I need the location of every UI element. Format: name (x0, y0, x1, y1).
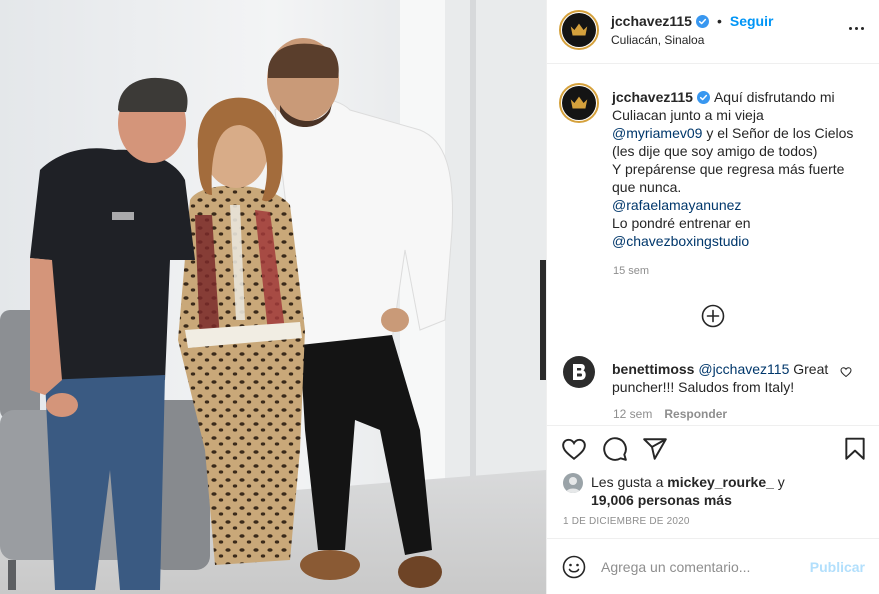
paper-plane-icon[interactable] (642, 436, 668, 462)
liker-username[interactable]: mickey_rourke_ (667, 474, 774, 490)
comment-icon[interactable] (602, 436, 628, 462)
b-logo-icon (573, 364, 586, 380)
crown-logo-icon (562, 13, 596, 47)
comment-body: Great (789, 361, 829, 377)
post-caption: jcchavez115 Aquí disfrutando mi Culiacan … (612, 88, 867, 250)
comment-body: puncher!!! Saludos from Italy! (612, 379, 795, 395)
post-location[interactable]: Culiacán, Sinaloa (611, 33, 704, 47)
emoji-icon[interactable] (562, 555, 586, 579)
post-actions (547, 426, 879, 474)
caption-username[interactable]: jcchavez115 (612, 89, 693, 105)
likes-prefix: Les gusta a (591, 474, 668, 490)
caption-line: (les dije que soy amigo de todos) (612, 143, 818, 159)
liker-avatar[interactable] (563, 473, 583, 493)
likes-middle: y (773, 474, 785, 490)
post-header: jcchavez115 • Seguir Culiacán, Sinaloa (547, 0, 879, 64)
more-dot (854, 26, 858, 30)
caption-text: y el Señor de los Cielos (702, 125, 854, 141)
reply-button[interactable]: Responder (664, 407, 727, 421)
commenter-username[interactable]: benettimoss (612, 361, 694, 377)
likes-text: Les gusta a mickey_rourke_ y 19,006 pers… (591, 473, 851, 509)
plus-circle-icon[interactable] (701, 304, 725, 328)
comment-input[interactable] (601, 553, 801, 581)
comment-timestamp: 12 sem (613, 407, 653, 421)
caption-author-avatar[interactable] (559, 83, 599, 123)
caption-mention[interactable]: @myriamev09 (612, 125, 702, 141)
more-dot (860, 26, 864, 30)
follow-button[interactable]: Seguir (730, 13, 774, 29)
caption-text: Aquí disfrutando mi (713, 89, 835, 105)
instagram-post: jcchavez115 • Seguir Culiacán, Sinaloa j… (0, 0, 879, 594)
separator-dot: • (716, 13, 722, 29)
person-icon (566, 477, 580, 493)
caption-line: @myriamev09 y el Señor de los Cielos (612, 124, 867, 142)
post-date: 1 DE DICIEMBRE DE 2020 (563, 516, 690, 527)
caption-mention[interactable]: @chavezboxingstudio (612, 232, 867, 250)
add-comment-bar: Publicar (547, 538, 879, 594)
comment-text: benettimoss @jcchavez115 Great puncher!!… (612, 360, 832, 396)
comments-section: jcchavez115 Aquí disfrutando mi Culiacan … (547, 64, 879, 426)
caption-line: Y prepárense que regresa más fuerte (612, 161, 845, 177)
author-line: jcchavez115 • Seguir (611, 13, 773, 29)
photo-illustration (0, 0, 546, 594)
author-avatar[interactable] (559, 10, 599, 50)
caption-mention[interactable]: @rafaelamayanunez (612, 196, 867, 214)
heart-icon[interactable] (840, 366, 852, 378)
verified-badge-icon (696, 91, 710, 104)
caption-timestamp: 15 sem (613, 265, 650, 277)
caption-line: que nunca. (612, 179, 682, 195)
crown-logo-icon (562, 86, 596, 120)
more-options-icon[interactable] (846, 18, 866, 38)
commenter-avatar[interactable] (563, 356, 595, 388)
more-dot (848, 26, 852, 30)
comment-mention[interactable]: @jcchavez115 (698, 361, 789, 377)
caption-line: jcchavez115 Aquí disfrutando mi (612, 88, 867, 106)
post-side-panel: jcchavez115 • Seguir Culiacán, Sinaloa j… (546, 0, 879, 594)
author-username[interactable]: jcchavez115 (611, 13, 692, 29)
comment-meta: 12 sem Responder (613, 407, 727, 421)
likes-count[interactable]: 19,006 personas más (591, 491, 851, 509)
heart-icon[interactable] (561, 436, 587, 462)
publish-button[interactable]: Publicar (810, 559, 865, 575)
caption-line: Culiacan junto a mi vieja (612, 107, 764, 123)
caption-line: Lo pondré entrenar en (612, 215, 751, 231)
post-photo[interactable] (0, 0, 546, 594)
verified-badge-icon (695, 14, 709, 28)
bookmark-icon[interactable] (842, 436, 868, 462)
